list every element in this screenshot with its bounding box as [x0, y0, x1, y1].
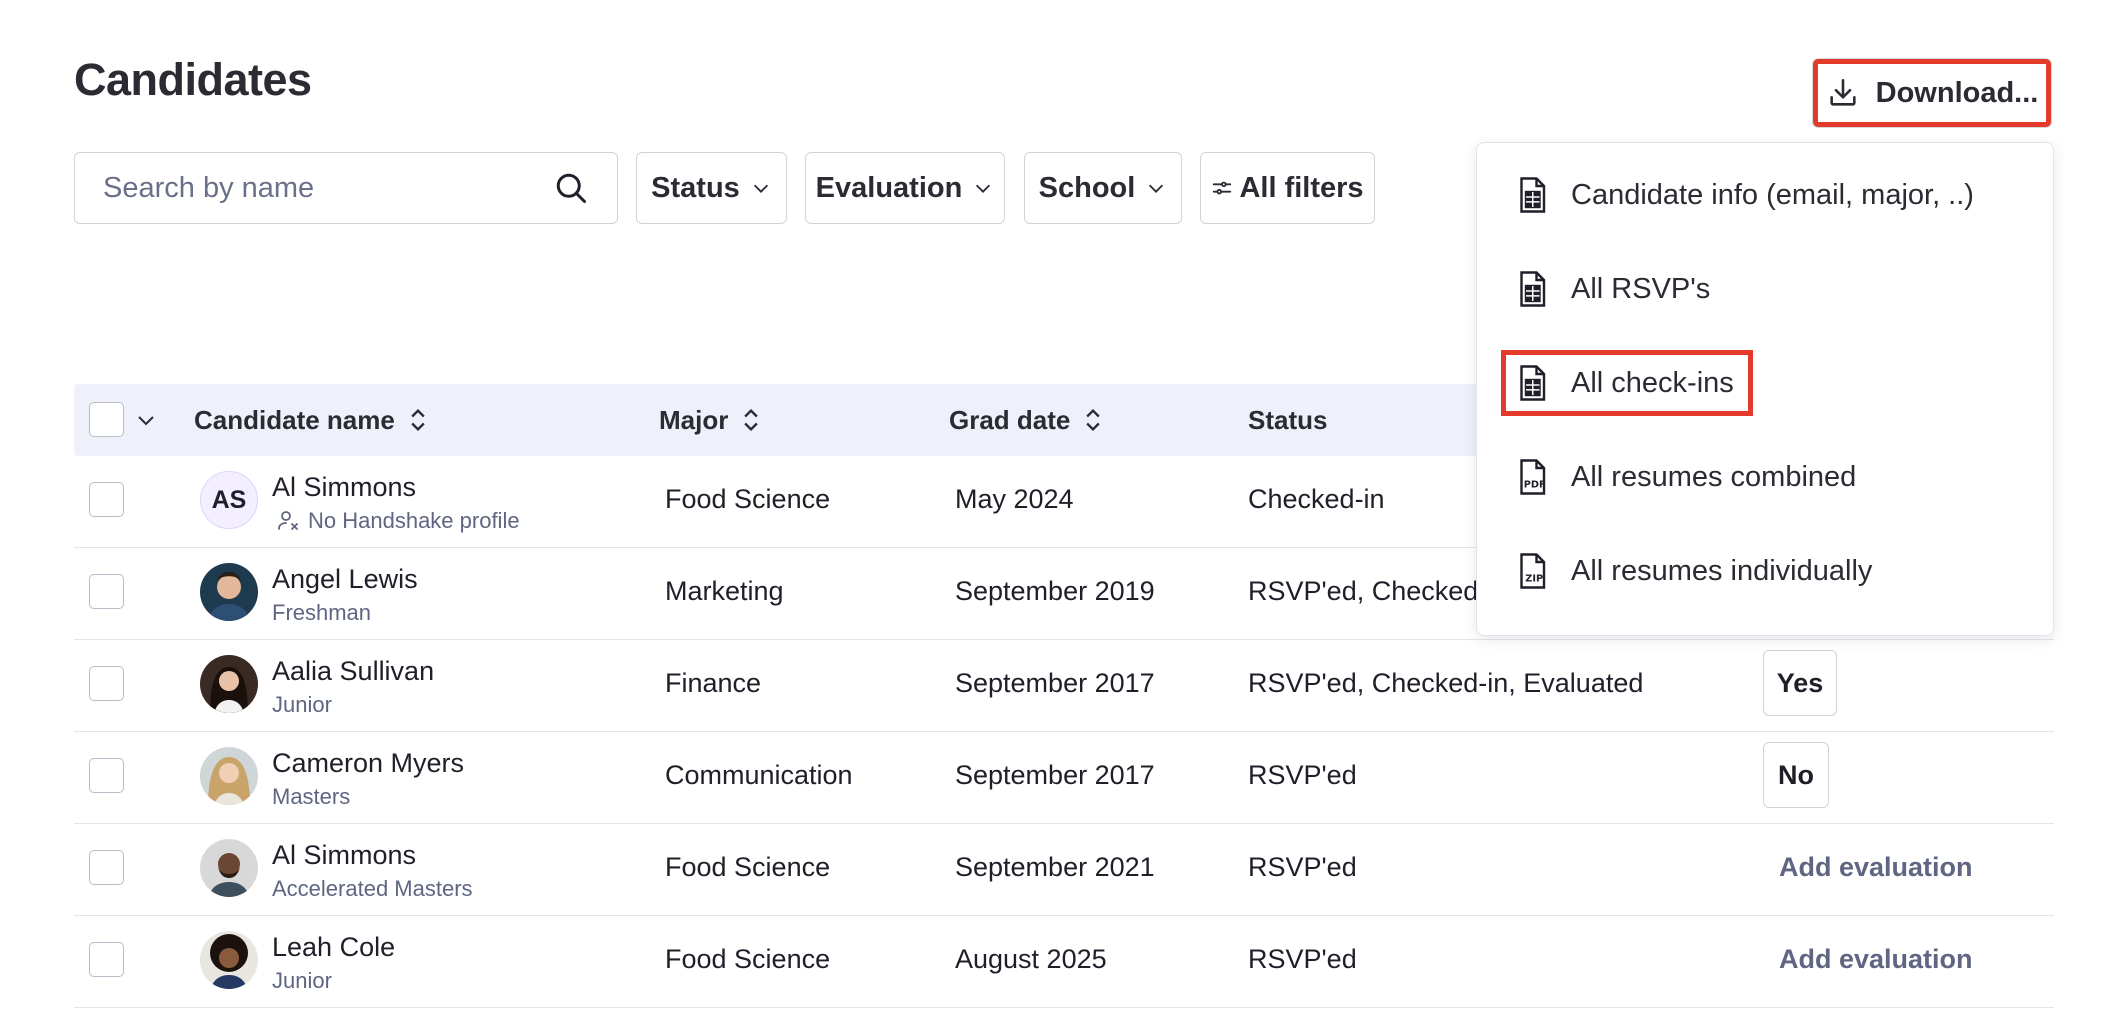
spreadsheet-file-icon	[1520, 365, 1546, 401]
evaluation-no-button[interactable]: No	[1763, 742, 1829, 808]
menu-item-all-check-ins[interactable]: All check-ins	[1477, 347, 2055, 419]
all-filters-label: All filters	[1239, 171, 1364, 204]
column-header-candidate-name[interactable]: Candidate name	[194, 384, 429, 456]
status-cell: Checked-in	[1248, 484, 1385, 514]
menu-item-label: All resumes combined	[1571, 460, 1857, 493]
menu-item-all-resumes-combined[interactable]: PDF All resumes combined	[1477, 441, 2055, 513]
search-placeholder: Search by name	[103, 171, 315, 204]
add-evaluation-link[interactable]: Add evaluation	[1779, 944, 1973, 975]
sort-icon[interactable]	[740, 406, 762, 434]
major-cell: Marketing	[665, 576, 784, 606]
major-cell: Communication	[665, 760, 853, 790]
candidate-subtitle: Freshman	[272, 600, 372, 625]
menu-item-label: Candidate info (email, major, ..)	[1571, 178, 1974, 211]
candidate-name[interactable]: Al Simmons	[272, 840, 416, 871]
no-profile-icon	[278, 511, 298, 530]
grad-date-cell: August 2025	[955, 944, 1107, 974]
status-filter-label: Status	[651, 171, 740, 204]
sort-icon[interactable]	[1082, 406, 1104, 434]
menu-item-label: All resumes individually	[1571, 554, 1873, 587]
select-all-checkbox[interactable]	[89, 402, 124, 437]
row-checkbox[interactable]	[89, 758, 124, 793]
status-cell: RSVP'ed	[1248, 944, 1357, 974]
candidate-subtitle: Junior	[272, 692, 332, 717]
candidate-name[interactable]: Al Simmons	[272, 472, 416, 503]
menu-item-label: All check-ins	[1571, 366, 1734, 399]
menu-item-candidate-info[interactable]: Candidate info (email, major, ..)	[1477, 159, 2055, 231]
chevron-down-icon	[753, 184, 768, 193]
svg-text:PDF: PDF	[1524, 480, 1546, 491]
zip-file-icon: ZIP	[1520, 553, 1546, 589]
row-checkbox[interactable]	[89, 666, 124, 701]
column-label: Grad date	[949, 404, 1071, 435]
menu-item-all-resumes-individually[interactable]: ZIP All resumes individually	[1477, 535, 2055, 607]
column-label: Status	[1248, 404, 1328, 435]
candidate-name[interactable]: Cameron Myers	[272, 748, 464, 779]
menu-item-all-rsvps[interactable]: All RSVP's	[1477, 253, 2055, 325]
major-cell: Food Science	[665, 852, 831, 882]
add-evaluation-link[interactable]: Add evaluation	[1779, 852, 1973, 883]
row-checkbox[interactable]	[89, 850, 124, 885]
column-header-grad-date[interactable]: Grad date	[949, 384, 1104, 456]
avatar	[200, 931, 258, 989]
download-label: Download...	[1875, 76, 2039, 109]
row-checkbox[interactable]	[89, 942, 124, 977]
svg-text:ZIP: ZIP	[1525, 574, 1543, 585]
download-icon	[1830, 78, 1856, 106]
download-button[interactable]: Download...	[1812, 58, 2052, 128]
download-menu: Candidate info (email, major, ..) All RS…	[1476, 142, 2054, 636]
spreadsheet-file-icon	[1520, 177, 1546, 213]
search-icon[interactable]	[553, 170, 589, 206]
candidate-subtitle: Junior	[272, 968, 332, 993]
column-label: Major	[659, 404, 729, 435]
pdf-file-icon: PDF	[1520, 459, 1546, 495]
status-filter[interactable]: Status	[636, 152, 787, 224]
avatar	[200, 655, 258, 713]
sort-icon[interactable]	[407, 406, 429, 434]
status-cell: RSVP'ed, Checked-in, Evaluated	[1248, 668, 1644, 698]
grad-date-cell: September 2017	[955, 668, 1155, 698]
candidate-name[interactable]: Leah Cole	[272, 932, 395, 963]
candidate-name[interactable]: Aalia Sullivan	[272, 656, 434, 687]
chevron-down-icon	[1149, 184, 1164, 193]
menu-item-label: All RSVP's	[1571, 272, 1711, 305]
avatar: AS	[200, 471, 258, 529]
search-input[interactable]: Search by name	[74, 152, 618, 224]
column-label: Candidate name	[194, 404, 395, 435]
grad-date-cell: September 2017	[955, 760, 1155, 790]
school-filter[interactable]: School	[1024, 152, 1182, 224]
chevron-down-icon[interactable]	[134, 408, 158, 432]
all-filters-button[interactable]: All filters	[1200, 152, 1375, 224]
row-checkbox[interactable]	[89, 574, 124, 609]
status-cell: RSVP'ed, Checked-i	[1248, 576, 1494, 606]
grad-date-cell: September 2021	[955, 852, 1155, 882]
avatar	[200, 747, 258, 805]
grad-date-cell: September 2019	[955, 576, 1155, 606]
grad-date-cell: May 2024	[955, 484, 1074, 514]
evaluation-filter-label: Evaluation	[815, 171, 963, 204]
candidate-subtitle: No Handshake profile	[308, 508, 520, 533]
candidate-subtitle: Masters	[272, 784, 351, 809]
candidate-name[interactable]: Angel Lewis	[272, 564, 418, 595]
row-checkbox[interactable]	[89, 482, 124, 517]
evaluation-filter[interactable]: Evaluation	[805, 152, 1005, 224]
candidate-subtitle: Accelerated Masters	[272, 876, 473, 901]
spreadsheet-file-icon	[1520, 271, 1546, 307]
avatar	[200, 563, 258, 621]
status-cell: RSVP'ed	[1248, 852, 1357, 882]
major-cell: Food Science	[665, 944, 831, 974]
school-filter-label: School	[1038, 171, 1136, 204]
major-cell: Finance	[665, 668, 762, 698]
column-header-status: Status	[1248, 384, 1327, 456]
page-title: Candidates	[74, 54, 312, 105]
chevron-down-icon	[976, 184, 991, 193]
avatar	[200, 839, 258, 897]
sliders-icon	[1213, 181, 1232, 195]
major-cell: Food Science	[665, 484, 831, 514]
evaluation-yes-button[interactable]: Yes	[1763, 650, 1837, 716]
column-header-major[interactable]: Major	[659, 384, 762, 456]
status-cell: RSVP'ed	[1248, 760, 1357, 790]
